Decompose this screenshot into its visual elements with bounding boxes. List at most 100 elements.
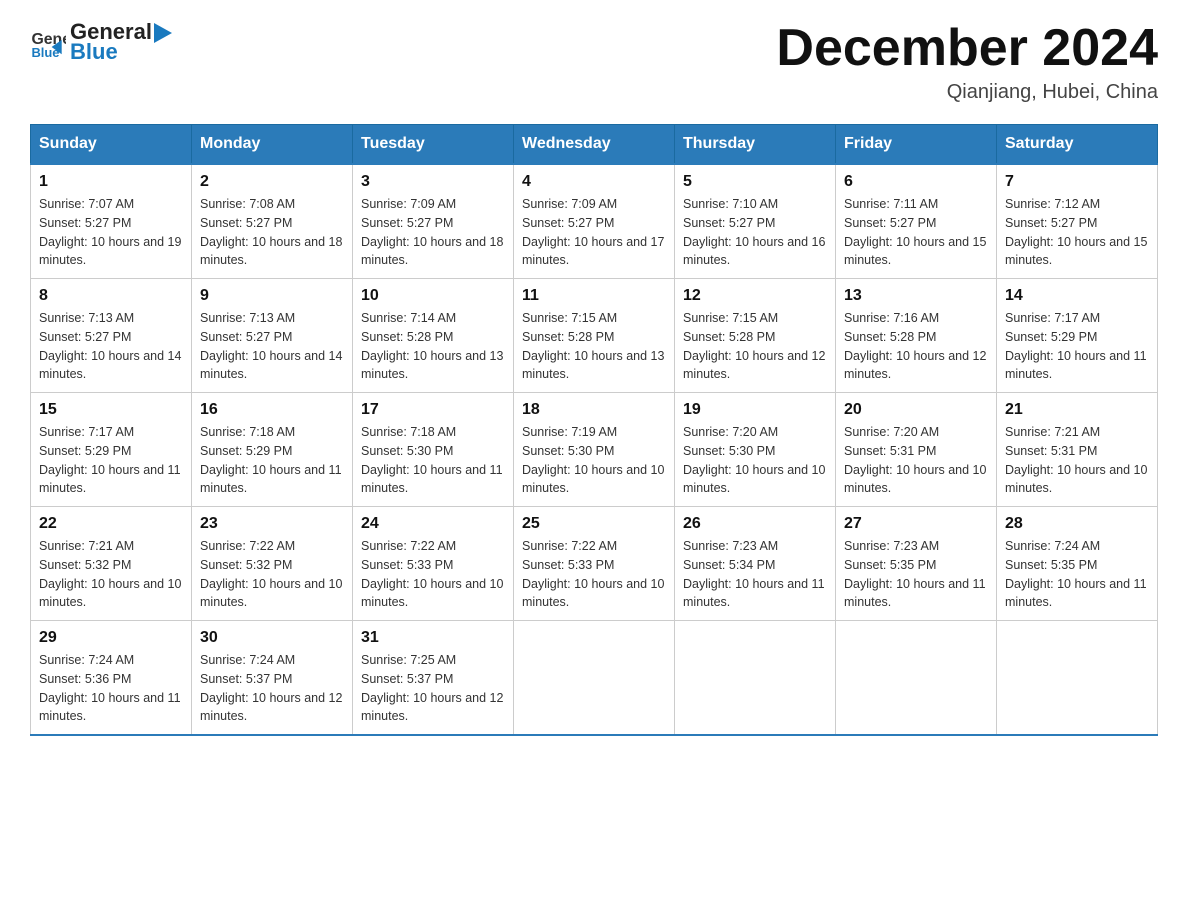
day-info: Sunrise: 7:20 AMSunset: 5:30 PMDaylight:… xyxy=(683,423,827,498)
day-number: 31 xyxy=(361,629,505,647)
day-info: Sunrise: 7:25 AMSunset: 5:37 PMDaylight:… xyxy=(361,651,505,726)
day-info: Sunrise: 7:16 AMSunset: 5:28 PMDaylight:… xyxy=(844,309,988,384)
calendar-cell: 9Sunrise: 7:13 AMSunset: 5:27 PMDaylight… xyxy=(192,279,353,393)
calendar-cell: 6 Sunrise: 7:11 AMSunset: 5:27 PMDaylight… xyxy=(836,164,997,279)
calendar-cell: 16 Sunrise: 7:18 AMSunset: 5:29 PMDayligh… xyxy=(192,393,353,507)
header-thursday: Thursday xyxy=(675,125,836,165)
day-number: 3 xyxy=(361,173,505,191)
calendar-cell: 26 Sunrise: 7:23 AMSunset: 5:34 PMDayligh… xyxy=(675,507,836,621)
day-number: 12 xyxy=(683,287,827,305)
day-number: 14 xyxy=(1005,287,1149,305)
calendar-cell: 10 Sunrise: 7:14 AMSunset: 5:28 PMDayligh… xyxy=(353,279,514,393)
day-number: 5 xyxy=(683,173,827,191)
day-info: Sunrise: 7:15 AMSunset: 5:28 PMDaylight:… xyxy=(683,309,827,384)
day-info: Sunrise: 7:24 AMSunset: 5:36 PMDaylight:… xyxy=(39,651,183,726)
calendar-cell: 27Sunrise: 7:23 AMSunset: 5:35 PMDayligh… xyxy=(836,507,997,621)
day-info: Sunrise: 7:24 AMSunset: 5:37 PMDaylight:… xyxy=(200,651,344,726)
day-number: 24 xyxy=(361,515,505,533)
calendar-cell xyxy=(514,621,675,736)
svg-text:Blue: Blue xyxy=(31,45,59,60)
calendar-cell: 28 Sunrise: 7:24 AMSunset: 5:35 PMDayligh… xyxy=(997,507,1158,621)
calendar-cell: 14 Sunrise: 7:17 AMSunset: 5:29 PMDayligh… xyxy=(997,279,1158,393)
day-info: Sunrise: 7:07 AMSunset: 5:27 PMDaylight:… xyxy=(39,195,183,270)
day-number: 27 xyxy=(844,515,988,533)
day-info: Sunrise: 7:18 AMSunset: 5:30 PMDaylight:… xyxy=(361,423,505,498)
logo-triangle-icon xyxy=(154,23,172,43)
day-info: Sunrise: 7:22 AMSunset: 5:33 PMDaylight:… xyxy=(361,537,505,612)
day-info: Sunrise: 7:21 AMSunset: 5:31 PMDaylight:… xyxy=(1005,423,1149,498)
calendar-week-4: 22 Sunrise: 7:21 AMSunset: 5:32 PMDayligh… xyxy=(31,507,1158,621)
day-number: 25 xyxy=(522,515,666,533)
calendar-cell: 17Sunrise: 7:18 AMSunset: 5:30 PMDayligh… xyxy=(353,393,514,507)
day-info: Sunrise: 7:18 AMSunset: 5:29 PMDaylight:… xyxy=(200,423,344,498)
day-number: 11 xyxy=(522,287,666,305)
day-number: 13 xyxy=(844,287,988,305)
calendar-cell: 3 Sunrise: 7:09 AMSunset: 5:27 PMDaylight… xyxy=(353,164,514,279)
calendar-cell: 7 Sunrise: 7:12 AMSunset: 5:27 PMDaylight… xyxy=(997,164,1158,279)
calendar-body: 1 Sunrise: 7:07 AMSunset: 5:27 PMDaylight… xyxy=(31,164,1158,735)
header-friday: Friday xyxy=(836,125,997,165)
calendar-cell: 22 Sunrise: 7:21 AMSunset: 5:32 PMDayligh… xyxy=(31,507,192,621)
day-info: Sunrise: 7:24 AMSunset: 5:35 PMDaylight:… xyxy=(1005,537,1149,612)
day-info: Sunrise: 7:17 AMSunset: 5:29 PMDaylight:… xyxy=(1005,309,1149,384)
day-number: 1 xyxy=(39,173,183,191)
page-header: General Blue General Blue December 2024 … xyxy=(30,20,1158,104)
calendar-cell: 24 Sunrise: 7:22 AMSunset: 5:33 PMDayligh… xyxy=(353,507,514,621)
calendar-cell: 5Sunrise: 7:10 AMSunset: 5:27 PMDaylight… xyxy=(675,164,836,279)
day-number: 21 xyxy=(1005,401,1149,419)
calendar-cell xyxy=(675,621,836,736)
calendar-cell: 15Sunrise: 7:17 AMSunset: 5:29 PMDayligh… xyxy=(31,393,192,507)
day-info: Sunrise: 7:09 AMSunset: 5:27 PMDaylight:… xyxy=(361,195,505,270)
calendar-cell: 13 Sunrise: 7:16 AMSunset: 5:28 PMDayligh… xyxy=(836,279,997,393)
header-wednesday: Wednesday xyxy=(514,125,675,165)
day-info: Sunrise: 7:12 AMSunset: 5:27 PMDaylight:… xyxy=(1005,195,1149,270)
day-number: 7 xyxy=(1005,173,1149,191)
calendar-table: SundayMondayTuesdayWednesdayThursdayFrid… xyxy=(30,124,1158,736)
calendar-week-1: 1 Sunrise: 7:07 AMSunset: 5:27 PMDaylight… xyxy=(31,164,1158,279)
day-number: 28 xyxy=(1005,515,1149,533)
header-saturday: Saturday xyxy=(997,125,1158,165)
day-info: Sunrise: 7:21 AMSunset: 5:32 PMDaylight:… xyxy=(39,537,183,612)
calendar-cell: 19 Sunrise: 7:20 AMSunset: 5:30 PMDayligh… xyxy=(675,393,836,507)
day-info: Sunrise: 7:19 AMSunset: 5:30 PMDaylight:… xyxy=(522,423,666,498)
location-subtitle: Qianjiang, Hubei, China xyxy=(776,81,1158,104)
calendar-cell: 8Sunrise: 7:13 AMSunset: 5:27 PMDaylight… xyxy=(31,279,192,393)
day-number: 19 xyxy=(683,401,827,419)
calendar-cell: 20 Sunrise: 7:20 AMSunset: 5:31 PMDayligh… xyxy=(836,393,997,507)
calendar-cell xyxy=(997,621,1158,736)
calendar-cell xyxy=(836,621,997,736)
day-number: 6 xyxy=(844,173,988,191)
calendar-cell: 31 Sunrise: 7:25 AMSunset: 5:37 PMDayligh… xyxy=(353,621,514,736)
calendar-cell: 2Sunrise: 7:08 AMSunset: 5:27 PMDaylight… xyxy=(192,164,353,279)
day-number: 18 xyxy=(522,401,666,419)
day-info: Sunrise: 7:22 AMSunset: 5:33 PMDaylight:… xyxy=(522,537,666,612)
day-number: 29 xyxy=(39,629,183,647)
calendar-cell: 29 Sunrise: 7:24 AMSunset: 5:36 PMDayligh… xyxy=(31,621,192,736)
day-number: 23 xyxy=(200,515,344,533)
day-number: 4 xyxy=(522,173,666,191)
day-number: 20 xyxy=(844,401,988,419)
calendar-cell: 23 Sunrise: 7:22 AMSunset: 5:32 PMDayligh… xyxy=(192,507,353,621)
day-info: Sunrise: 7:14 AMSunset: 5:28 PMDaylight:… xyxy=(361,309,505,384)
day-number: 10 xyxy=(361,287,505,305)
calendar-cell: 1 Sunrise: 7:07 AMSunset: 5:27 PMDaylight… xyxy=(31,164,192,279)
day-info: Sunrise: 7:11 AMSunset: 5:27 PMDaylight:… xyxy=(844,195,988,270)
day-number: 2 xyxy=(200,173,344,191)
calendar-cell: 11Sunrise: 7:15 AMSunset: 5:28 PMDayligh… xyxy=(514,279,675,393)
day-info: Sunrise: 7:20 AMSunset: 5:31 PMDaylight:… xyxy=(844,423,988,498)
day-info: Sunrise: 7:13 AMSunset: 5:27 PMDaylight:… xyxy=(39,309,183,384)
day-number: 22 xyxy=(39,515,183,533)
day-number: 16 xyxy=(200,401,344,419)
header-tuesday: Tuesday xyxy=(353,125,514,165)
day-number: 26 xyxy=(683,515,827,533)
day-info: Sunrise: 7:23 AMSunset: 5:34 PMDaylight:… xyxy=(683,537,827,612)
calendar-week-3: 15Sunrise: 7:17 AMSunset: 5:29 PMDayligh… xyxy=(31,393,1158,507)
header-sunday: Sunday xyxy=(31,125,192,165)
calendar-header: SundayMondayTuesdayWednesdayThursdayFrid… xyxy=(31,125,1158,165)
calendar-cell: 30Sunrise: 7:24 AMSunset: 5:37 PMDayligh… xyxy=(192,621,353,736)
month-title: December 2024 xyxy=(776,20,1158,77)
day-info: Sunrise: 7:22 AMSunset: 5:32 PMDaylight:… xyxy=(200,537,344,612)
day-number: 9 xyxy=(200,287,344,305)
calendar-cell: 12 Sunrise: 7:15 AMSunset: 5:28 PMDayligh… xyxy=(675,279,836,393)
title-area: December 2024 Qianjiang, Hubei, China xyxy=(776,20,1158,104)
